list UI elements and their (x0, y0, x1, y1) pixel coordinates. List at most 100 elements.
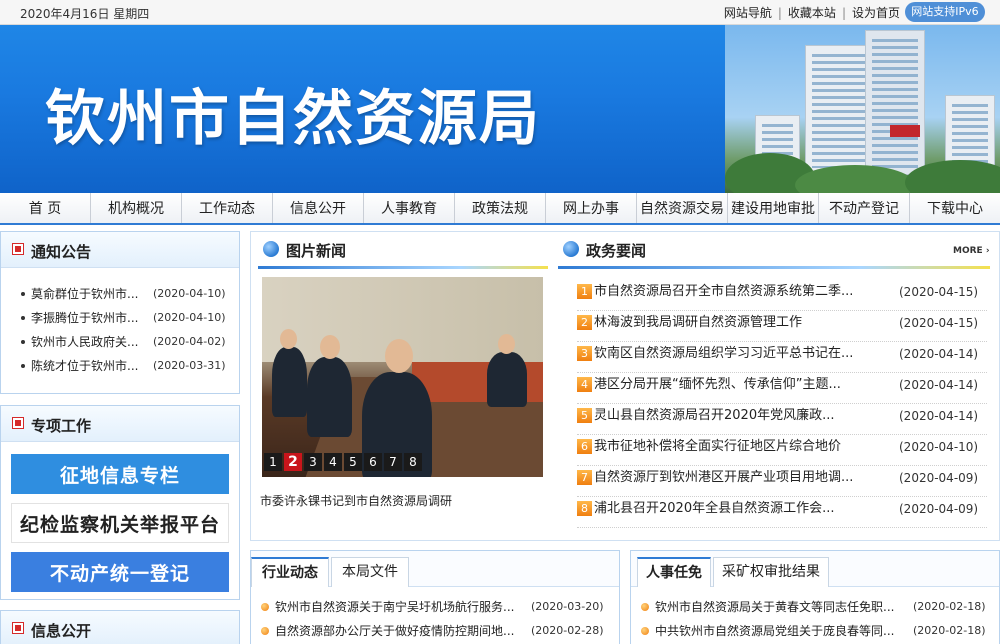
list-item[interactable]: 6 我市征地补偿将全面实行征地区片综合地价 (2020-04-10) (577, 435, 987, 466)
list-item[interactable]: 1 市自然资源局召开全市自然资源系统第二季... (2020-04-15) (577, 280, 987, 311)
nav-real-estate[interactable]: 不动产登记 (819, 193, 910, 223)
photo-person-head (385, 339, 413, 373)
list-item-title[interactable]: 中共钦州市自然资源局党组关于庞良春等同... (655, 620, 894, 642)
more-link[interactable]: MORE › (953, 246, 990, 256)
rank-number: 2 (577, 315, 592, 330)
special-work-title: 专项工作 (31, 417, 92, 435)
list-item[interactable]: 4 港区分局开展“缅怀先烈、传承信仰”主题... (2020-04-14) (577, 373, 987, 404)
nav-info-disclosure[interactable]: 信息公开 (273, 193, 364, 223)
nav-download[interactable]: 下载中心 (910, 193, 1000, 223)
list-item-date: (2020-02-18) (913, 624, 986, 637)
photo-news-title: 图片新闻 (286, 242, 347, 260)
photo-person (272, 347, 307, 417)
list-item-date: (2020-04-14) (899, 347, 979, 361)
real-estate-registration-banner[interactable]: 不动产统一登记 (11, 552, 229, 592)
nav-resource-trade[interactable]: 自然资源交易 (637, 193, 728, 223)
personnel-tabbar: 人事任免 采矿权审批结果 (631, 551, 999, 587)
rank-number: 8 (577, 501, 592, 516)
bullet-icon (641, 603, 649, 611)
list-item-date: (2020-02-18) (913, 600, 986, 613)
list-item-date: (2020-02-28) (531, 624, 604, 637)
list-item[interactable]: 钦州市人民政府关... (2020-04-02) (1, 330, 239, 354)
list-item-title[interactable]: 灵山县自然资源局召开2020年党风廉政... (594, 404, 834, 428)
nav-personnel[interactable]: 人事教育 (364, 193, 455, 223)
list-item-date: (2020-04-15) (899, 316, 979, 330)
tab-industry-news[interactable]: 行业动态 (251, 557, 329, 587)
list-item-title[interactable]: 市自然资源局召开全市自然资源系统第二季... (594, 280, 853, 304)
list-item-date: (2020-04-09) (899, 471, 979, 485)
list-item-date: (2020-04-14) (899, 409, 979, 423)
list-item[interactable]: 5 灵山县自然资源局召开2020年党风廉政... (2020-04-14) (577, 404, 987, 435)
list-item[interactable]: 李振腾位于钦州市... (2020-04-10) (1, 306, 239, 330)
rank-number: 6 (577, 439, 592, 454)
list-item[interactable]: 陈统才位于钦州市... (2020-03-31) (1, 354, 239, 378)
land-info-banner[interactable]: 征地信息专栏 (11, 454, 229, 494)
globe-icon (563, 241, 579, 257)
nav-home[interactable]: 首 页 (0, 193, 91, 223)
list-item-title[interactable]: 莫俞群位于钦州市... (31, 282, 138, 306)
list-item-title[interactable]: 自然资源厅到钦州港区开展产业项目用地调... (594, 466, 853, 490)
nav-policy[interactable]: 政策法规 (455, 193, 546, 223)
page-button[interactable]: 5 (344, 453, 362, 471)
list-item-date: (2020-04-10) (153, 287, 226, 300)
list-item[interactable]: 自然资源部办公厅关于做好疫情防控期间地... (2020-02-28) (261, 620, 616, 642)
gov-news-underline (558, 266, 990, 269)
tab-bureau-files[interactable]: 本局文件 (331, 557, 409, 587)
rank-number: 7 (577, 470, 592, 485)
list-item-title[interactable]: 钦州市自然资源关于南宁吴圩机场航行服务... (275, 596, 514, 618)
photo-news-image[interactable] (262, 277, 543, 477)
tab-appointments[interactable]: 人事任免 (637, 557, 711, 587)
list-item-title[interactable]: 钦南区自然资源局组织学习习近平总书记在... (594, 342, 853, 366)
notice-panel: 通知公告 莫俞群位于钦州市... (2020-04-10) 李振腾位于钦州市...… (0, 231, 240, 394)
page-button-active[interactable]: 2 (284, 453, 302, 471)
list-item-title[interactable]: 林海波到我局调研自然资源管理工作 (594, 311, 802, 335)
site-nav-link[interactable]: 网站导航 (724, 6, 772, 20)
list-item-title[interactable]: 钦州市人民政府关... (31, 330, 138, 354)
list-item-title[interactable]: 自然资源部办公厅关于做好疫情防控期间地... (275, 620, 514, 642)
list-item-title[interactable]: 李振腾位于钦州市... (31, 306, 138, 330)
list-item[interactable]: 钦州市自然资源局关于黄春文等同志任免职... (2020-02-18) (641, 596, 996, 618)
discipline-report-banner[interactable]: 纪检监察机关举报平台 (11, 503, 229, 543)
bullet-icon (641, 627, 649, 635)
page-button[interactable]: 8 (404, 453, 422, 471)
list-item[interactable]: 8 浦北县召开2020年全县自然资源工作会... (2020-04-09) (577, 497, 987, 528)
link-separator: | (841, 6, 846, 20)
photo-person-head (498, 334, 515, 354)
photo-caption[interactable]: 市委许永锞书记到市自然资源局调研 (260, 492, 452, 509)
list-item[interactable]: 2 林海波到我局调研自然资源管理工作 (2020-04-15) (577, 311, 987, 342)
ipv6-badge: 网站支持IPv6 (905, 2, 985, 22)
list-item-title[interactable]: 浦北县召开2020年全县自然资源工作会... (594, 497, 834, 521)
page-button[interactable]: 7 (384, 453, 402, 471)
list-item-title[interactable]: 港区分局开展“缅怀先烈、传承信仰”主题... (594, 373, 841, 397)
list-item[interactable]: 钦州市自然资源关于南宁吴圩机场航行服务... (2020-03-20) (261, 596, 616, 618)
tab-mining-approval[interactable]: 采矿权审批结果 (713, 557, 829, 587)
section-mark-icon (13, 623, 23, 633)
nav-organization[interactable]: 机构概况 (91, 193, 182, 223)
list-item-title[interactable]: 钦州市自然资源局关于黄春文等同志任免职... (655, 596, 894, 618)
page-button[interactable]: 4 (324, 453, 342, 471)
bullet-icon (21, 340, 25, 344)
set-homepage-link[interactable]: 设为首页 (852, 6, 900, 20)
list-item-title[interactable]: 陈统才位于钦州市... (31, 354, 138, 378)
industry-tabbar: 行业动态 本局文件 (251, 551, 619, 587)
gov-news-list: 1 市自然资源局召开全市自然资源系统第二季... (2020-04-15) 2 林海波… (577, 280, 987, 528)
list-item[interactable]: 中共钦州市自然资源局党组关于庞良春等同... (2020-02-18) (641, 620, 996, 642)
info-open-title: 信息公开 (31, 622, 92, 640)
nav-land-approval[interactable]: 建设用地审批 (728, 193, 819, 223)
page-button[interactable]: 6 (364, 453, 382, 471)
list-item[interactable]: 3 钦南区自然资源局组织学习习近平总书记在... (2020-04-14) (577, 342, 987, 373)
page-button[interactable]: 3 (304, 453, 322, 471)
list-item[interactable]: 7 自然资源厅到钦州港区开展产业项目用地调... (2020-04-09) (577, 466, 987, 497)
page-button[interactable]: 1 (264, 453, 282, 471)
industry-tab-box: 行业动态 本局文件 钦州市自然资源关于南宁吴圩机场航行服务... (2020-03… (250, 550, 620, 644)
notice-list: 莫俞群位于钦州市... (2020-04-10) 李振腾位于钦州市... (2020… (1, 282, 239, 378)
current-date: 2020年4月16日 星期四 (20, 7, 150, 21)
list-item-title[interactable]: 我市征地补偿将全面实行征地区片综合地价 (594, 435, 841, 459)
rank-number: 5 (577, 408, 592, 423)
bookmark-link[interactable]: 收藏本站 (788, 6, 836, 20)
link-separator: | (777, 6, 782, 20)
nav-online-service[interactable]: 网上办事 (546, 193, 637, 223)
list-item[interactable]: 莫俞群位于钦州市... (2020-04-10) (1, 282, 239, 306)
special-work-panel: 专项工作 征地信息专栏 纪检监察机关举报平台 不动产统一登记 (0, 405, 240, 600)
nav-work-news[interactable]: 工作动态 (182, 193, 273, 223)
